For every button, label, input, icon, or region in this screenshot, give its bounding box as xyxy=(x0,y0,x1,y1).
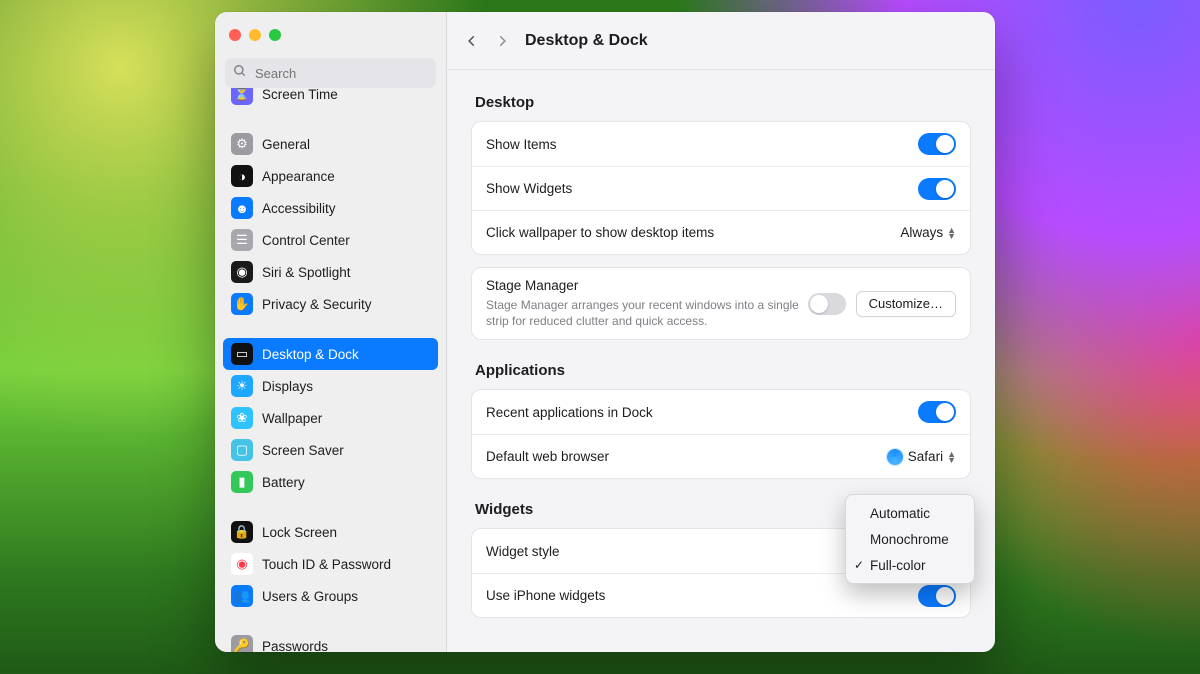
sidebar-icon: 🔑 xyxy=(231,635,253,652)
popup-option-label: Automatic xyxy=(870,506,930,521)
sidebar-item-wallpaper[interactable]: ❀ Wallpaper xyxy=(223,402,438,434)
sidebar-item-label: Privacy & Security xyxy=(262,297,372,312)
sidebar-item-displays[interactable]: ☀ Displays xyxy=(223,370,438,402)
zoom-window-button[interactable] xyxy=(269,29,281,41)
sidebar-item-label: Screen Saver xyxy=(262,443,344,458)
sidebar-icon: 👥 xyxy=(231,585,253,607)
label-show-items: Show Items xyxy=(486,137,557,152)
sidebar-item-label: Siri & Spotlight xyxy=(262,265,351,280)
sidebar-item-label: Control Center xyxy=(262,233,350,248)
toggle-stage-manager[interactable] xyxy=(808,293,846,315)
sidebar-item-screen-saver[interactable]: ▢ Screen Saver xyxy=(223,434,438,466)
row-click-wallpaper: Click wallpaper to show desktop items Al… xyxy=(472,210,970,254)
sidebar-nav[interactable]: ⏳Screen Time⚙General◑Appearance☻Accessib… xyxy=(215,76,446,652)
sidebar-icon: 🔒 xyxy=(231,521,253,543)
sidebar-item-desktop-dock[interactable]: ▭ Desktop & Dock xyxy=(223,338,438,370)
search-input[interactable] xyxy=(225,58,436,88)
sidebar-item-label: Wallpaper xyxy=(262,411,322,426)
sidebar-item-privacy-security[interactable]: ✋ Privacy & Security xyxy=(223,288,438,320)
popup-option-label: Full-color xyxy=(870,558,926,573)
sidebar: ⏳Screen Time⚙General◑Appearance☻Accessib… xyxy=(215,12,447,652)
titlebar: Desktop & Dock xyxy=(447,12,995,70)
popup-option-automatic[interactable]: Automatic xyxy=(846,500,974,526)
group-desktop: Show Items Show Widgets Click wallpaper … xyxy=(471,121,971,255)
sidebar-icon: ❀ xyxy=(231,407,253,429)
sidebar-icon: ◉ xyxy=(231,553,253,575)
label-use-iphone-widgets: Use iPhone widgets xyxy=(486,588,605,603)
close-window-button[interactable] xyxy=(229,29,241,41)
label-recent-apps: Recent applications in Dock xyxy=(486,405,653,420)
sidebar-icon: ✋ xyxy=(231,293,253,315)
label-stage-manager: Stage Manager xyxy=(486,278,806,293)
page-title: Desktop & Dock xyxy=(525,32,648,50)
select-click-wallpaper[interactable]: Always ▲▼ xyxy=(900,225,956,240)
sidebar-icon: ◉ xyxy=(231,261,253,283)
sidebar-item-accessibility[interactable]: ☻ Accessibility xyxy=(223,192,438,224)
updown-icon: ▲▼ xyxy=(947,451,956,463)
minimize-window-button[interactable] xyxy=(249,29,261,41)
check-icon: ✓ xyxy=(854,558,864,572)
desc-stage-manager: Stage Manager arranges your recent windo… xyxy=(486,297,806,329)
popup-option-monochrome[interactable]: Monochrome xyxy=(846,526,974,552)
forward-button[interactable] xyxy=(495,32,509,50)
sidebar-item-appearance[interactable]: ◑ Appearance xyxy=(223,160,438,192)
sidebar-item-lock-screen[interactable]: 🔒 Lock Screen xyxy=(223,516,438,548)
sidebar-icon: ☻ xyxy=(231,197,253,219)
sidebar-item-battery[interactable]: ▮ Battery xyxy=(223,466,438,498)
safari-icon xyxy=(886,448,904,466)
toggle-use-iphone-widgets[interactable] xyxy=(918,585,956,607)
row-stage-manager: Stage Manager Stage Manager arranges you… xyxy=(472,268,970,339)
sidebar-item-label: Lock Screen xyxy=(262,525,337,540)
updown-icon: ▲▼ xyxy=(947,227,956,239)
sidebar-icon: ◑ xyxy=(231,165,253,187)
label-widget-style: Widget style xyxy=(486,544,560,559)
sidebar-item-passwords[interactable]: 🔑 Passwords xyxy=(223,630,438,652)
sidebar-item-label: Touch ID & Password xyxy=(262,557,391,572)
sidebar-icon: ▢ xyxy=(231,439,253,461)
sidebar-item-siri-spotlight[interactable]: ◉ Siri & Spotlight xyxy=(223,256,438,288)
section-title-applications: Applications xyxy=(475,362,967,379)
sidebar-icon: ☀ xyxy=(231,375,253,397)
sidebar-item-label: Displays xyxy=(262,379,313,394)
sidebar-item-label: Users & Groups xyxy=(262,589,358,604)
sidebar-icon: ⚙ xyxy=(231,133,253,155)
sidebar-icon: ▭ xyxy=(231,343,253,365)
sidebar-icon: ☰ xyxy=(231,229,253,251)
popup-option-label: Monochrome xyxy=(870,532,949,547)
window-controls xyxy=(215,12,446,58)
sidebar-item-users-groups[interactable]: 👥 Users & Groups xyxy=(223,580,438,612)
group-applications: Recent applications in Dock Default web … xyxy=(471,389,971,479)
sidebar-item-label: Accessibility xyxy=(262,201,336,216)
sidebar-item-touch-id-password[interactable]: ◉ Touch ID & Password xyxy=(223,548,438,580)
row-show-widgets: Show Widgets xyxy=(472,166,970,210)
sidebar-icon: ▮ xyxy=(231,471,253,493)
label-click-wallpaper: Click wallpaper to show desktop items xyxy=(486,225,714,240)
label-default-browser: Default web browser xyxy=(486,449,609,464)
row-show-items: Show Items xyxy=(472,122,970,166)
sidebar-item-control-center[interactable]: ☰ Control Center xyxy=(223,224,438,256)
toggle-show-items[interactable] xyxy=(918,133,956,155)
row-recent-apps: Recent applications in Dock xyxy=(472,390,970,434)
label-show-widgets: Show Widgets xyxy=(486,181,572,196)
sidebar-item-label: Appearance xyxy=(262,169,335,184)
row-default-browser: Default web browser Safari ▲▼ xyxy=(472,434,970,478)
search-icon xyxy=(233,64,247,81)
customize-button[interactable]: Customize… xyxy=(856,291,956,317)
select-default-browser[interactable]: Safari ▲▼ xyxy=(886,448,956,466)
popup-option-full-color[interactable]: ✓ Full-color xyxy=(846,552,974,578)
toggle-show-widgets[interactable] xyxy=(918,178,956,200)
group-stage-manager: Stage Manager Stage Manager arranges you… xyxy=(471,267,971,340)
section-title-desktop: Desktop xyxy=(475,94,967,111)
sidebar-item-label: General xyxy=(262,137,310,152)
sidebar-item-label: Battery xyxy=(262,475,305,490)
sidebar-item-general[interactable]: ⚙ General xyxy=(223,128,438,160)
toggle-recent-apps[interactable] xyxy=(918,401,956,423)
sidebar-item-label: Passwords xyxy=(262,639,328,653)
sidebar-item-label: Desktop & Dock xyxy=(262,347,359,362)
widget-style-popup[interactable]: Automatic Monochrome ✓ Full-color xyxy=(845,494,975,584)
back-button[interactable] xyxy=(465,32,479,50)
